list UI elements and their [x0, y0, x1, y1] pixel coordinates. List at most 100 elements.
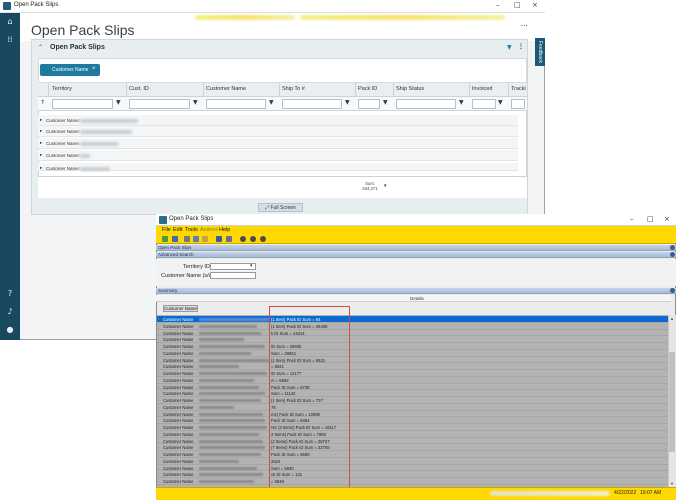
filter-icon[interactable]: ▼: [507, 44, 512, 51]
summary-row[interactable]: · Customer Name Pack ID Sum = 6464: [157, 417, 668, 424]
expand-icon[interactable]: ·: [158, 317, 159, 322]
summary-row[interactable]: · Customer Name ck ID Sum = 131: [157, 471, 668, 478]
cut-icon[interactable]: [184, 236, 190, 242]
bell-icon[interactable]: ♪: [5, 307, 15, 317]
summary-row[interactable]: · Customer Name (1 Item) Pack ID Sum = 64: [157, 316, 668, 323]
expand-icon[interactable]: ·: [158, 331, 159, 336]
expand-icon[interactable]: ·: [158, 479, 159, 484]
expand-icon[interactable]: ·: [158, 439, 159, 444]
summary-row[interactable]: · Customer Name (1 Item) Pack ID Sum = 364…: [157, 323, 668, 330]
expand-icon[interactable]: ·: [158, 337, 159, 342]
filter-icon[interactable]: ▼: [193, 99, 198, 106]
summary-row[interactable]: · Customer Name (1 Item) Pack ID Sum = 737: [157, 397, 668, 404]
kebab-icon[interactable]: ⋮: [518, 43, 524, 50]
summary-row[interactable]: · Customer Name Pack ID Sum = 5739: [157, 384, 668, 391]
expand-icon[interactable]: ·: [158, 472, 159, 477]
filter-pack-id-input[interactable]: [358, 99, 380, 109]
summary-row[interactable]: · Customer Name (2 Items) Pack ID Sum = 28…: [157, 438, 668, 445]
summary-row[interactable]: · Customer Name 2 Items) Pack ID Sum = 796…: [157, 431, 668, 438]
col-cust-id[interactable]: Cust. ID: [129, 86, 149, 92]
summary-row[interactable]: · Customer Name k ID Sum = 44314: [157, 330, 668, 337]
close-icon[interactable]: ×: [532, 1, 538, 9]
filter-cust-id-input[interactable]: [129, 99, 190, 109]
close-icon[interactable]: ×: [664, 215, 670, 223]
window1-titlebar[interactable]: [0, 0, 545, 13]
filter-icon[interactable]: ▼: [116, 99, 121, 106]
col-ship-status[interactable]: Ship Status: [396, 86, 424, 92]
filter-icon[interactable]: ▼: [498, 99, 503, 106]
expand-icon[interactable]: ▸: [40, 152, 42, 158]
help-icon[interactable]: ?: [5, 289, 15, 299]
filter-icon[interactable]: ▼: [269, 99, 274, 106]
expand-icon[interactable]: ·: [158, 412, 159, 417]
group-chip-customer-name[interactable]: Customer Name: [40, 64, 100, 76]
group-by-area[interactable]: [38, 58, 527, 83]
customer-name-input[interactable]: [210, 272, 256, 279]
group-row[interactable]: [38, 150, 518, 161]
expand-icon[interactable]: ·: [158, 466, 159, 471]
expand-icon[interactable]: ·: [158, 405, 159, 410]
collapse-icon[interactable]: [670, 245, 675, 250]
maximize-icon[interactable]: □: [647, 215, 654, 223]
stop-icon[interactable]: [260, 236, 266, 242]
expand-icon[interactable]: ·: [158, 425, 159, 430]
forward-icon[interactable]: [250, 236, 256, 242]
filter-icon[interactable]: ▼: [459, 99, 464, 106]
refresh-icon[interactable]: [162, 236, 168, 242]
summary-row[interactable]: · Customer Name (7 Items) Pack ID Sum = 32…: [157, 444, 668, 451]
summary-row[interactable]: · Customer Name 76: [157, 404, 668, 411]
summary-row[interactable]: · Customer Name 2524: [157, 458, 668, 465]
user-icon[interactable]: ●: [5, 325, 15, 335]
summary-row[interactable]: · Customer Name (1 Item) Pack ID Sum = 662…: [157, 357, 668, 364]
home-icon[interactable]: ⌂: [5, 17, 15, 27]
filter-tracking-input[interactable]: [511, 99, 525, 109]
chevron-down-icon[interactable]: ▾: [250, 263, 253, 269]
summary-row[interactable]: · Customer Name Sum = 5830: [157, 465, 668, 472]
menu-tools[interactable]: Tools: [185, 227, 198, 233]
window2-titlebar[interactable]: [156, 214, 676, 226]
section-advanced-search[interactable]: [156, 252, 676, 258]
group-row[interactable]: [38, 163, 518, 171]
chevron-down-icon[interactable]: ▾: [384, 183, 387, 189]
section-open-pack-slips[interactable]: [156, 245, 676, 251]
menu-actions[interactable]: Actions: [200, 227, 218, 233]
expand-icon[interactable]: ▸: [40, 165, 42, 171]
col-pack-id[interactable]: Pack ID: [358, 86, 377, 92]
collapse-icon[interactable]: [670, 252, 675, 257]
feedback-tab[interactable]: Feedback: [535, 38, 545, 66]
summary-row[interactable]: · Customer Name Sum = 11142: [157, 390, 668, 397]
expand-icon[interactable]: ▸: [40, 140, 42, 146]
summary-row[interactable]: · Customer Name NS (3 Items) Pack ID Sum =…: [157, 424, 668, 431]
summary-row[interactable]: · Customer Name m = 5593: [157, 377, 668, 384]
apps-grid-icon[interactable]: ⁞⁞: [5, 35, 15, 45]
expand-icon[interactable]: ·: [158, 385, 159, 390]
expand-icon[interactable]: ·: [158, 364, 159, 369]
filter-icon[interactable]: ▼: [345, 99, 350, 106]
minimize-icon[interactable]: –: [496, 1, 500, 9]
clear-filter-icon[interactable]: ⍒: [41, 99, 45, 107]
maximize-icon[interactable]: □: [514, 1, 521, 9]
menu-edit[interactable]: Edit: [173, 227, 182, 233]
scroll-down-icon[interactable]: ▼: [670, 481, 674, 486]
summary-row[interactable]: · Customer Name = 5848: [157, 478, 668, 485]
expand-icon[interactable]: ·: [158, 459, 159, 464]
collapse-icon[interactable]: [670, 288, 675, 293]
section-summary[interactable]: [156, 288, 676, 294]
summary-row[interactable]: · Customer Name ID Sum = 12177: [157, 370, 668, 377]
expand-icon[interactable]: ·: [158, 324, 159, 329]
filter-ship-status-input[interactable]: [396, 99, 456, 109]
filter-icon[interactable]: ▼: [383, 99, 388, 106]
summary-row[interactable]: · Customer Name Pack ID Sum = 6688: [157, 451, 668, 458]
summary-row[interactable]: · Customer Name Sum = 28651: [157, 350, 668, 357]
menu-file[interactable]: File: [162, 227, 171, 233]
more-options-icon[interactable]: ···: [521, 23, 528, 30]
scroll-thumb[interactable]: [669, 352, 675, 452]
print-icon[interactable]: [226, 236, 232, 242]
filter-ship-to-input[interactable]: [282, 99, 342, 109]
summary-row[interactable]: · Customer Name = 5641: [157, 363, 668, 370]
scroll-up-icon[interactable]: ▲: [670, 316, 674, 321]
expand-icon[interactable]: ·: [158, 452, 159, 457]
paste-icon[interactable]: [202, 236, 208, 242]
expand-icon[interactable]: ·: [158, 432, 159, 437]
col-customer-name[interactable]: Customer Name: [206, 86, 246, 92]
